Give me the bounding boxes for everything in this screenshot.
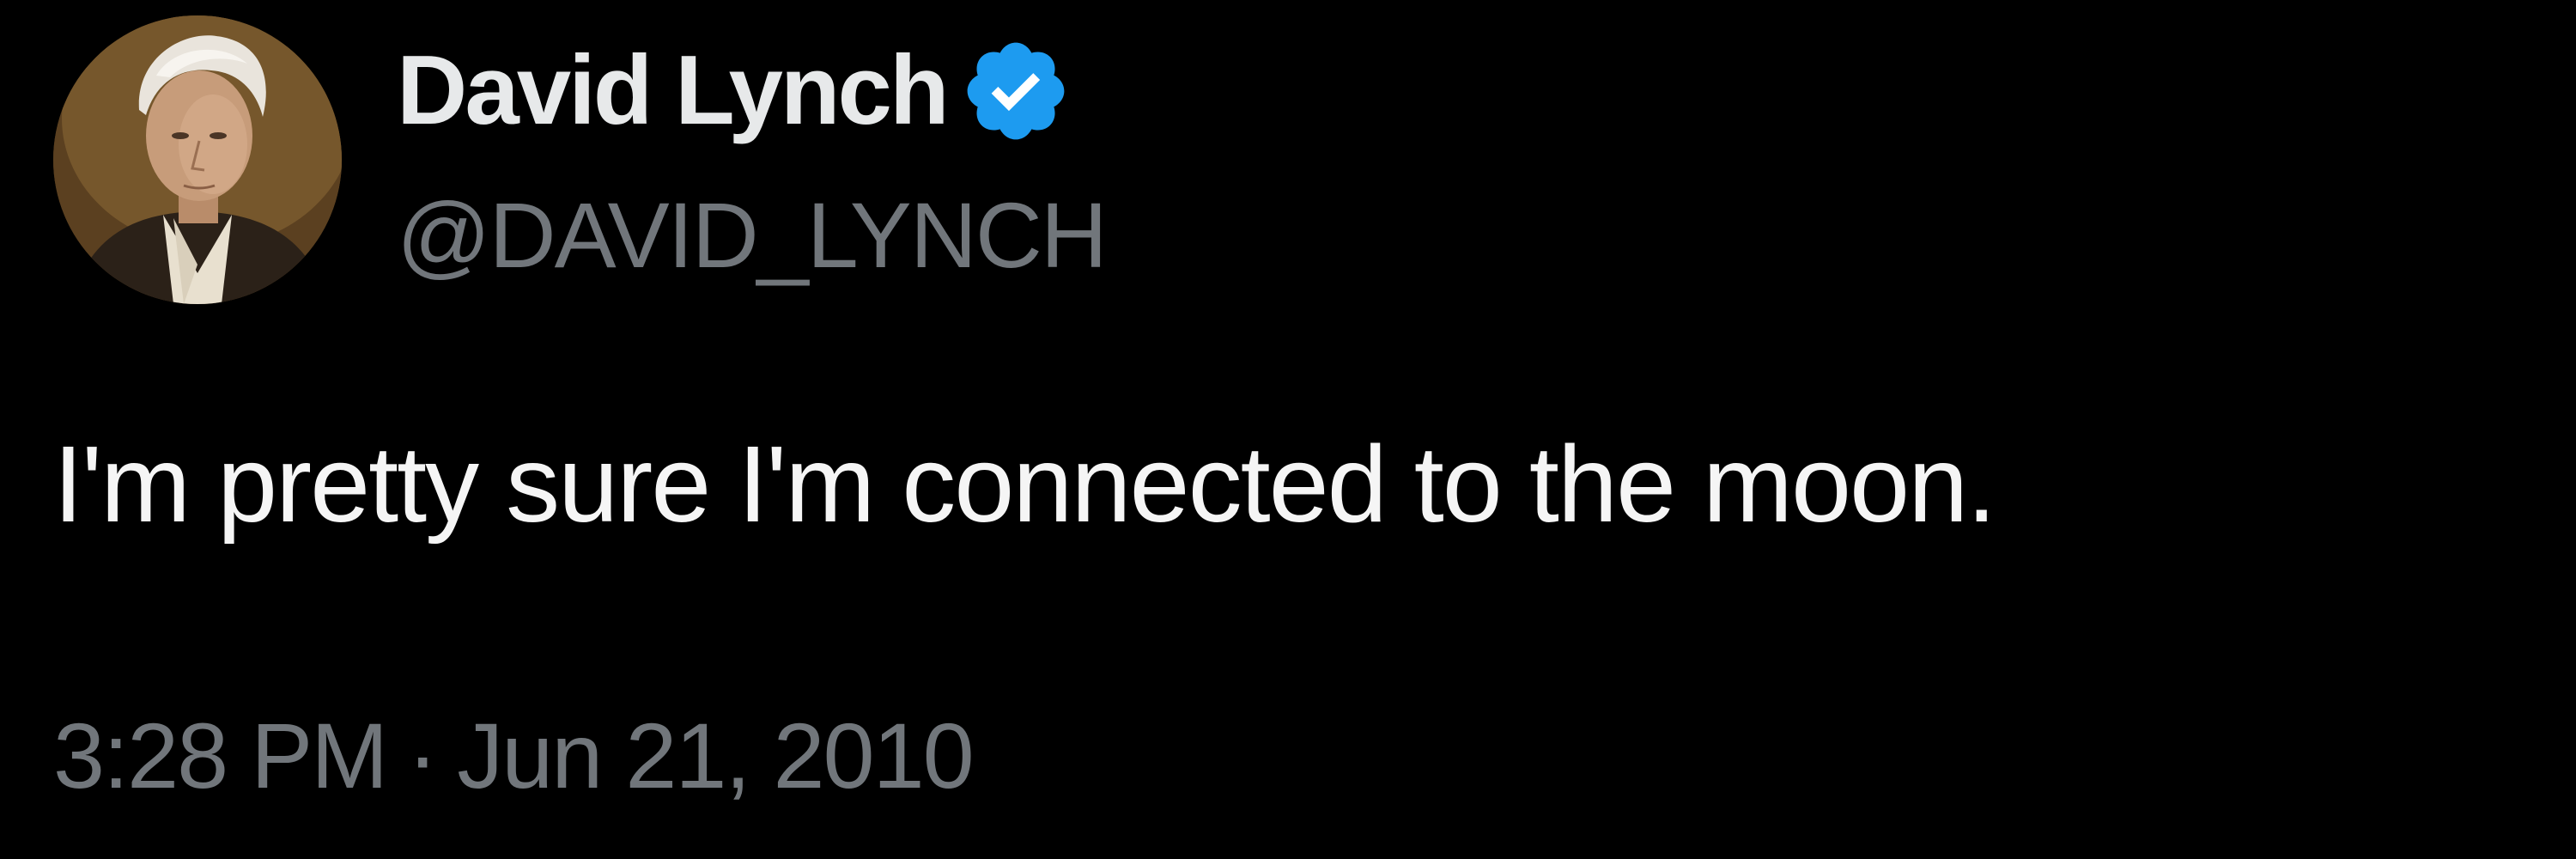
avatar-portrait-icon xyxy=(53,15,342,304)
author-name-row: David Lynch xyxy=(397,31,1072,151)
tweet-text: I'm pretty sure I'm connected to the moo… xyxy=(53,423,1996,545)
tweet-card: David Lynch @DAVID_LYNCH I'm pretty sure… xyxy=(0,0,2576,859)
tweet-meta-row: 3:28 PM · Jun 21, 2010 xyxy=(53,703,975,809)
tweet-time[interactable]: 3:28 PM xyxy=(53,703,388,809)
tweet-date[interactable]: Jun 21, 2010 xyxy=(457,703,975,809)
author-avatar[interactable] xyxy=(53,15,342,304)
author-display-name[interactable]: David Lynch xyxy=(397,42,950,140)
meta-separator: · xyxy=(407,704,438,807)
author-handle[interactable]: @DAVID_LYNCH xyxy=(397,182,1108,289)
verified-badge-icon[interactable] xyxy=(959,34,1072,148)
